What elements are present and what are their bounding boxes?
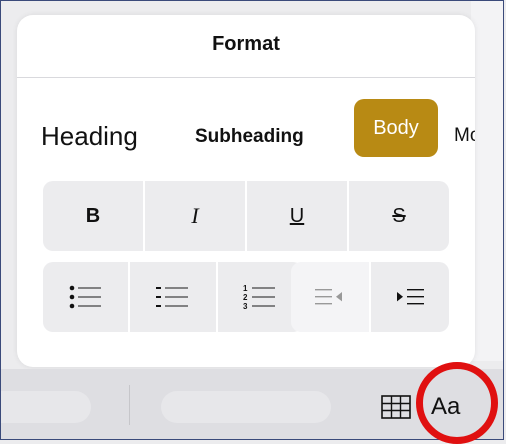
numbered-list-digit-2: 2 <box>243 293 248 302</box>
background-edge <box>471 1 503 361</box>
style-more-option[interactable]: Mo <box>454 125 475 147</box>
dash-list-icon <box>155 287 188 307</box>
table-icon[interactable] <box>381 395 411 419</box>
numbered-list-digit-1: 1 <box>243 284 248 293</box>
dash-list-button[interactable] <box>130 262 216 332</box>
bold-button[interactable]: B <box>43 181 143 251</box>
paragraph-style-row: Heading Subheading Body Mo <box>17 99 475 169</box>
increase-indent-icon <box>397 289 424 305</box>
bullet-list-icon <box>69 285 101 309</box>
increase-indent-button[interactable] <box>371 262 449 332</box>
decrease-indent-button[interactable] <box>291 262 369 332</box>
style-subheading-option[interactable]: Subheading <box>195 126 304 148</box>
highlight-circle-annotation <box>416 362 498 444</box>
text-format-group: B I U S <box>43 181 449 251</box>
list-style-group: 1 2 3 <box>43 262 303 332</box>
toolbar-placeholder-center <box>161 391 331 423</box>
strikethrough-button[interactable]: S <box>349 181 449 251</box>
italic-button[interactable]: I <box>145 181 245 251</box>
underline-button[interactable]: U <box>247 181 347 251</box>
numbered-list-digit-3: 3 <box>243 302 248 311</box>
numbered-list-icon: 1 2 3 <box>243 284 276 311</box>
toolbar-divider <box>129 385 130 425</box>
panel-title: Format <box>212 33 280 55</box>
toolbar-placeholder-left <box>1 391 91 423</box>
style-body-option[interactable]: Body <box>354 99 438 157</box>
decrease-indent-icon <box>315 289 342 305</box>
indent-group <box>291 262 449 332</box>
style-heading-option[interactable]: Heading <box>41 121 138 152</box>
panel-header: Format <box>17 15 475 78</box>
bullet-list-button[interactable] <box>43 262 129 332</box>
format-panel: Format Heading Subheading Body Mo B I U … <box>17 15 475 367</box>
